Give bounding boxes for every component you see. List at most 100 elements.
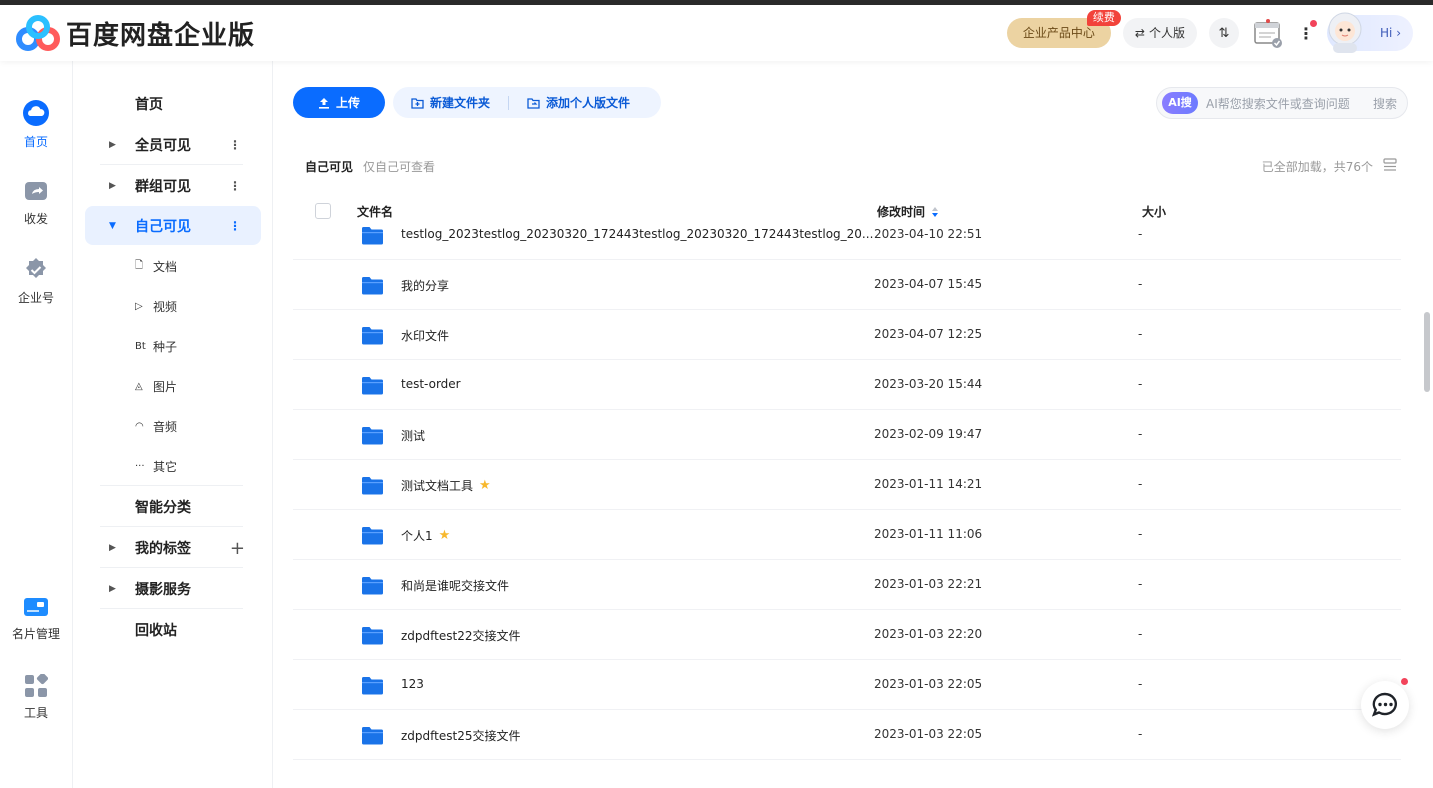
modified-time: 2023-02-09 19:47 [874,427,983,441]
more-vertical-icon[interactable]: ⋮ [229,138,241,152]
file-name[interactable]: 测试文档工具 ★ [401,477,491,494]
table-row[interactable]: 测试文档工具 ★ 2023-01-11 14:21 - [293,460,1401,510]
chat-notification-dot [1401,678,1408,685]
file-name[interactable]: 水印文件 [401,327,449,344]
transfer-list-button[interactable]: ⇅ [1209,18,1239,48]
file-name[interactable]: testlog_2023testlog_20230320_172443testl… [401,227,873,241]
ai-search-box[interactable]: AI搜 AI帮您搜索文件或查询问题 搜索 [1156,87,1408,119]
breadcrumb-current[interactable]: 自己可见 [305,158,353,175]
sidebar-sub-images[interactable]: ◬ 图片 [85,371,261,401]
folder-icon [362,677,383,695]
user-menu-button[interactable]: Hi › [1327,12,1413,53]
personal-edition-button[interactable]: ⇄ 个人版 [1122,18,1197,48]
hi-label: Hi › [1380,26,1401,40]
file-size: - [1138,527,1143,541]
file-name[interactable]: zdpdftest22交接文件 [401,627,520,644]
more-vertical-icon[interactable]: ⋮ [229,179,241,193]
renew-badge[interactable]: 续费 [1086,10,1121,26]
sidebar-item-photo-service[interactable]: ▶ 摄影服务 [85,570,261,608]
file-name[interactable]: 我的分享 [401,277,449,294]
verified-icon [26,258,46,278]
file-name[interactable]: 测试 [401,427,425,444]
add-personal-files-icon [527,97,540,109]
search-button[interactable]: 搜索 [1373,95,1397,112]
divider [100,567,243,568]
file-name[interactable]: 123 [401,677,424,691]
folder-icon [362,377,383,395]
file-name-text: 我的分享 [401,279,450,293]
file-size: - [1138,377,1143,391]
sidebar-sub-docs[interactable]: 🗋 文档 [85,251,261,281]
file-size: - [1138,677,1143,691]
product-center-button[interactable]: 企业产品中心 续费 [1006,10,1121,48]
table-row[interactable]: 123 2023-01-03 22:05 - [293,660,1401,710]
sidebar-item-group-visible[interactable]: ▶ 群组可见 ⋮ [85,167,261,205]
folder-sidebar: 首页 ▶ 全员可见 ⋮ ▶ 群组可见 ⋮ ▼ 自己可见 ⋮ 🗋 文档 ▷ 视频 … [73,61,273,788]
table-row[interactable]: zdpdftest22交接文件 2023-01-03 22:20 - [293,610,1401,660]
file-name[interactable]: test-order [401,377,461,391]
caret-right-icon[interactable]: ▶ [109,543,116,553]
table-row[interactable]: 我的分享 2023-04-07 15:45 - [293,260,1401,310]
add-tag-icon[interactable]: + [230,538,245,559]
sidebar-label-self-visible: 自己可见 [135,218,191,235]
file-size: - [1138,227,1143,241]
top-header: 百度网盘企业版 企业产品中心 续费 ⇄ 个人版 ⇅ ⋮ Hi › [0,5,1433,61]
sidebar-sub-audio[interactable]: ◠ 音频 [85,411,261,441]
table-row[interactable]: zdpdftest25交接文件 2023-01-03 22:05 - [293,710,1401,760]
file-size: - [1138,627,1143,641]
new-folder-button[interactable]: 新建文件夹 [393,87,508,118]
table-row[interactable]: 测试 2023-02-09 19:47 - [293,410,1401,460]
sidebar-item-self-visible[interactable]: ▼ 自己可见 ⋮ [85,206,261,245]
more-menu-button[interactable]: ⋮ [1297,18,1317,48]
sidebar-sub-torrent[interactable]: Bt 种子 [85,331,261,361]
sidebar-label-smart-category: 智能分类 [135,500,191,516]
rail-item-enterprise[interactable]: 企业号 [0,257,72,306]
calendar-shield-icon[interactable] [1251,16,1285,50]
sidebar-item-home[interactable]: 首页 [85,85,261,123]
modified-time: 2023-01-03 22:21 [874,577,983,591]
more-vertical-icon[interactable]: ⋮ [229,219,241,233]
caret-down-icon[interactable]: ▼ [109,221,116,231]
modified-time: 2023-03-20 15:44 [874,377,983,391]
app-logo[interactable]: 百度网盘企业版 [14,13,255,53]
sidebar-sub-video[interactable]: ▷ 视频 [85,291,261,321]
file-name[interactable]: 个人1 ★ [401,527,450,544]
view-mode-icon[interactable] [1383,158,1397,172]
upload-button[interactable]: 上传 [293,87,385,118]
sidebar-item-recycle-bin[interactable]: 回收站 [85,611,261,649]
rail-item-home[interactable]: 首页 [0,99,72,150]
sidebar-sub-other[interactable]: ··· 其它 [85,451,261,481]
scrollbar[interactable] [1424,312,1430,392]
file-name[interactable]: zdpdftest25交接文件 [401,727,520,744]
rail-item-send-receive[interactable]: 收发 [0,178,72,227]
card-icon [24,598,48,616]
file-name[interactable]: 和尚是谁呢交接文件 [401,577,509,594]
sidebar-label-my-tags: 我的标签 [135,541,191,557]
chat-icon [1371,692,1397,717]
table-row[interactable]: test-order 2023-03-20 15:44 - [293,360,1401,410]
table-row[interactable]: 个人1 ★ 2023-01-11 11:06 - [293,510,1401,560]
rail-item-card-manage[interactable]: 名片管理 [0,595,72,642]
star-icon: ★ [479,478,491,493]
caret-right-icon[interactable]: ▶ [109,181,116,191]
sidebar-item-smart-category[interactable]: 智能分类 [85,488,261,526]
file-name-text: testlog_2023testlog_20230320_172443testl… [401,227,874,241]
chat-button[interactable] [1361,678,1409,729]
add-personal-files-button[interactable]: 添加个人版文件 [509,87,648,118]
sidebar-item-all-visible[interactable]: ▶ 全员可见 ⋮ [85,126,261,164]
search-input[interactable]: AI帮您搜索文件或查询问题 [1206,95,1350,112]
more-horizontal-icon: ··· [135,460,145,472]
caret-right-icon[interactable]: ▶ [109,584,116,594]
table-row[interactable]: 和尚是谁呢交接文件 2023-01-03 22:21 - [293,560,1401,610]
rail-item-tools[interactable]: 工具 [0,674,72,721]
share-icon [25,182,47,200]
sidebar-item-my-tags[interactable]: ▶ 我的标签 + [85,529,261,567]
table-row[interactable]: testlog_2023testlog_20230320_172443testl… [293,210,1401,260]
caret-right-icon[interactable]: ▶ [109,140,116,150]
headphones-icon: ◠ [135,420,144,432]
folder-icon [362,727,383,745]
sidebar-label-group-visible: 群组可见 [135,179,191,195]
table-row[interactable]: 水印文件 2023-04-07 12:25 - [293,310,1401,360]
divider [100,526,243,527]
modified-time: 2023-01-11 14:21 [874,477,983,491]
